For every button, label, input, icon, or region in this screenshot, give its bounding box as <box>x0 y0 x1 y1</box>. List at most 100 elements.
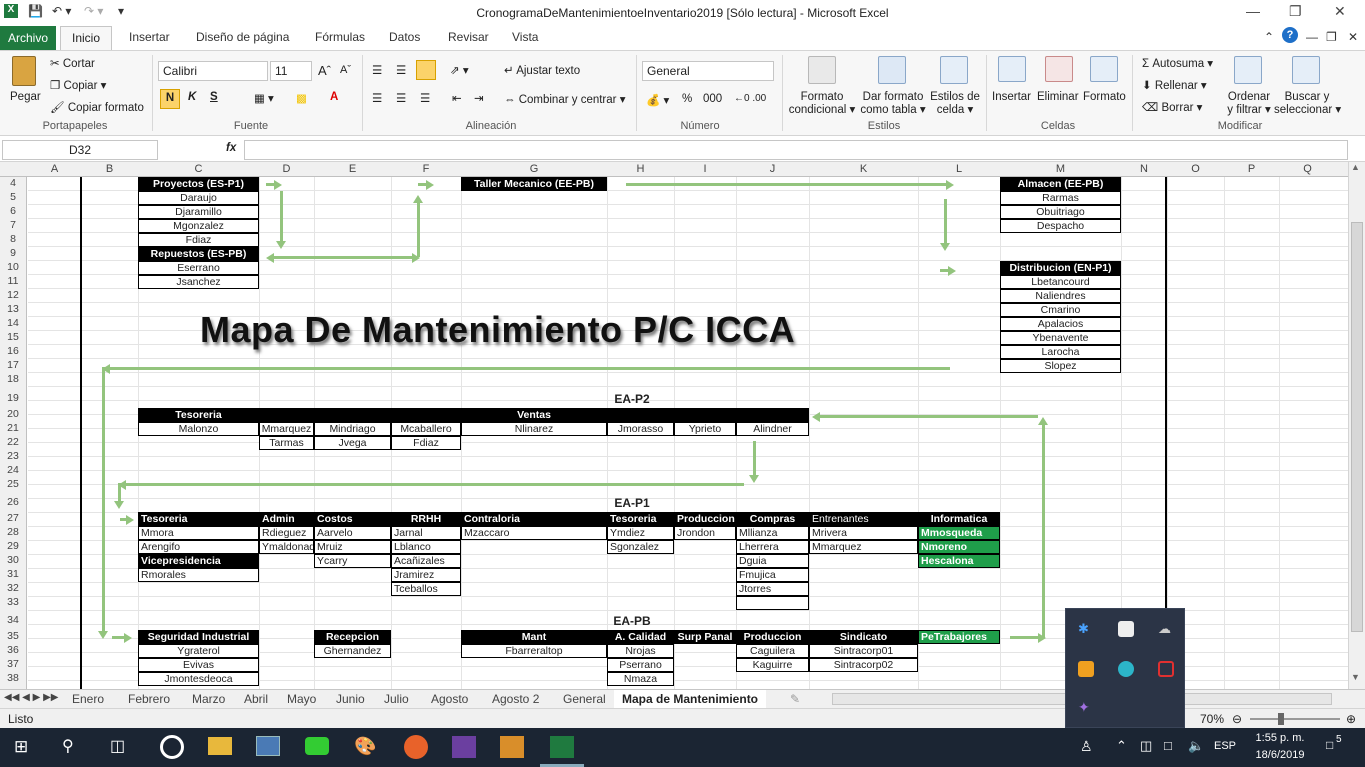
cell[interactable]: Sgonzalez <box>607 540 674 554</box>
row-header[interactable]: 31 <box>0 568 26 580</box>
cell[interactable]: Mllianza <box>736 526 809 540</box>
center-icon[interactable]: ☰ <box>396 91 406 105</box>
excel-taskbar-icon[interactable] <box>550 736 574 758</box>
row-header[interactable]: 8 <box>0 233 26 245</box>
row-header[interactable]: 37 <box>0 658 26 670</box>
row-header[interactable]: 23 <box>0 450 26 462</box>
tab-view[interactable]: Vista <box>512 30 538 44</box>
tab-data[interactable]: Datos <box>389 30 420 44</box>
people-icon[interactable]: ♙ <box>1080 738 1093 755</box>
pb-header-mant[interactable]: Mant <box>461 630 607 644</box>
row-header[interactable]: 13 <box>0 303 26 315</box>
fill-button[interactable]: ⬇ Rellenar ▾ <box>1142 78 1207 92</box>
row-header[interactable]: 28 <box>0 526 26 538</box>
conditional-format-button[interactable]: Formato condicional ▾ <box>786 91 858 117</box>
volume-icon[interactable]: 🔈 <box>1188 738 1204 754</box>
cell[interactable]: Lherrera <box>736 540 809 554</box>
decrease-indent-icon[interactable]: ⇤ <box>452 91 462 105</box>
tab-page-layout[interactable]: Diseño de página <box>196 30 289 44</box>
cell[interactable]: Rdieguez <box>259 526 314 540</box>
battery-icon[interactable]: ◫ <box>1140 738 1152 754</box>
font-color-icon[interactable]: A <box>330 91 338 103</box>
italic-button[interactable]: K <box>188 91 196 103</box>
p2-header-tesoreria[interactable]: Tesoreria <box>138 408 259 422</box>
zoom-level[interactable]: 70% <box>1200 712 1224 726</box>
cell[interactable]: Despacho <box>1000 219 1121 233</box>
pb-header-recepcion[interactable]: Recepcion <box>314 630 391 644</box>
p1-header-admin[interactable]: Admin <box>259 512 314 526</box>
scroll-up-icon[interactable]: ▲ <box>1351 162 1360 172</box>
row-header[interactable]: 4 <box>0 177 26 189</box>
column-header[interactable]: D <box>259 163 314 175</box>
cell[interactable]: Arengifo <box>138 540 259 554</box>
cell[interactable]: Jmorasso <box>607 422 674 436</box>
cell[interactable]: Eserrano <box>138 261 259 275</box>
sheet-tab[interactable]: Marzo <box>192 692 225 706</box>
pb-header-calidad[interactable]: A. Calidad <box>607 630 674 644</box>
cell[interactable]: Lbetancourd <box>1000 275 1121 289</box>
cell[interactable]: Aarvelo <box>314 526 391 540</box>
row-header[interactable]: 9 <box>0 247 26 259</box>
search-icon[interactable]: ⚲ <box>62 736 74 756</box>
copy-button[interactable]: ❐ Copiar ▾ <box>50 78 106 92</box>
cell[interactable]: Nrojas <box>607 644 674 658</box>
cell[interactable]: Obuitriago <box>1000 205 1121 219</box>
tab-insert[interactable]: Insertar <box>129 30 170 44</box>
cell-informatica[interactable]: Nmoreno <box>918 540 1000 554</box>
cell[interactable]: Fdiaz <box>391 436 461 450</box>
align-top-icon[interactable]: ☰ <box>372 63 382 77</box>
zoom-slider[interactable] <box>1250 718 1340 720</box>
clear-button[interactable]: ⌫ Borrar ▾ <box>1142 100 1202 114</box>
font-name-select[interactable]: Calibri <box>158 61 268 81</box>
find-select-button[interactable]: Buscar y seleccionar ▾ <box>1274 91 1341 117</box>
name-box[interactable]: D32 <box>2 140 158 160</box>
borders-icon[interactable]: ▦ ▾ <box>254 91 274 105</box>
increase-indent-icon[interactable]: ⇥ <box>474 91 484 105</box>
cell[interactable]: Naliendres <box>1000 289 1121 303</box>
p1-header-compras[interactable]: Compras <box>736 512 809 526</box>
row-header[interactable]: 10 <box>0 261 26 273</box>
p1-header-contraloria[interactable]: Contraloria <box>461 512 607 526</box>
wrap-text-button[interactable]: ↵ Ajustar texto <box>504 63 580 77</box>
p1-header-informatica[interactable]: Informatica <box>918 512 1000 526</box>
cell[interactable]: Malonzo <box>138 422 259 436</box>
cell[interactable]: Mcaballero <box>391 422 461 436</box>
network-app-icon[interactable] <box>256 736 280 756</box>
collapse-ribbon-icon[interactable]: ⌃ <box>1264 30 1274 44</box>
column-header[interactable]: K <box>809 163 918 175</box>
outlook-tray-icon[interactable] <box>1078 661 1094 677</box>
cell[interactable]: Ghernandez <box>314 644 391 658</box>
row-header[interactable]: 19 <box>0 392 26 404</box>
fx-icon[interactable]: fx <box>226 142 236 154</box>
cell[interactable]: Ycarry <box>314 554 391 568</box>
cell[interactable]: Mmora <box>138 526 259 540</box>
file-explorer-icon[interactable] <box>208 737 232 755</box>
workbook-close-icon[interactable]: ✕ <box>1348 30 1358 44</box>
cell[interactable]: Kaguirre <box>736 658 809 672</box>
show-hidden-icons[interactable]: ⌃ <box>1116 738 1127 754</box>
column-header[interactable]: J <box>736 163 809 175</box>
cell[interactable]: Jsanchez <box>138 275 259 289</box>
cell[interactable]: Jrondon <box>674 526 736 540</box>
cell[interactable]: Mrivera <box>809 526 918 540</box>
restore-icon[interactable]: ❐ <box>1289 3 1302 20</box>
cell[interactable]: Lblanco <box>391 540 461 554</box>
row-header[interactable]: 11 <box>0 275 26 287</box>
block-header-repuestos[interactable]: Repuestos (ES-PB) <box>138 247 259 261</box>
format-table-button[interactable]: Dar formato como tabla ▾ <box>858 91 928 117</box>
align-left-icon[interactable]: ☰ <box>372 91 382 105</box>
column-header[interactable]: L <box>918 163 1000 175</box>
sort-filter-icon[interactable] <box>1234 56 1262 84</box>
notifications-icon[interactable]: □ <box>1326 738 1333 752</box>
tab-home[interactable]: Inicio <box>60 26 112 51</box>
column-header[interactable]: H <box>607 163 674 175</box>
cell[interactable]: Apalacios <box>1000 317 1121 331</box>
font-size-select[interactable]: 11 <box>270 61 312 81</box>
column-header[interactable]: Q <box>1279 163 1336 175</box>
cell[interactable]: Daraujo <box>138 191 259 205</box>
pb-header-surp[interactable]: Surp Panal <box>674 630 736 644</box>
number-format-select[interactable]: General <box>642 61 774 81</box>
pb-header-produccion[interactable]: Produccion <box>736 630 809 644</box>
pb-header-petrabajores[interactable]: PeTrabajores <box>918 630 1000 644</box>
align-bottom-icon[interactable] <box>416 60 436 80</box>
